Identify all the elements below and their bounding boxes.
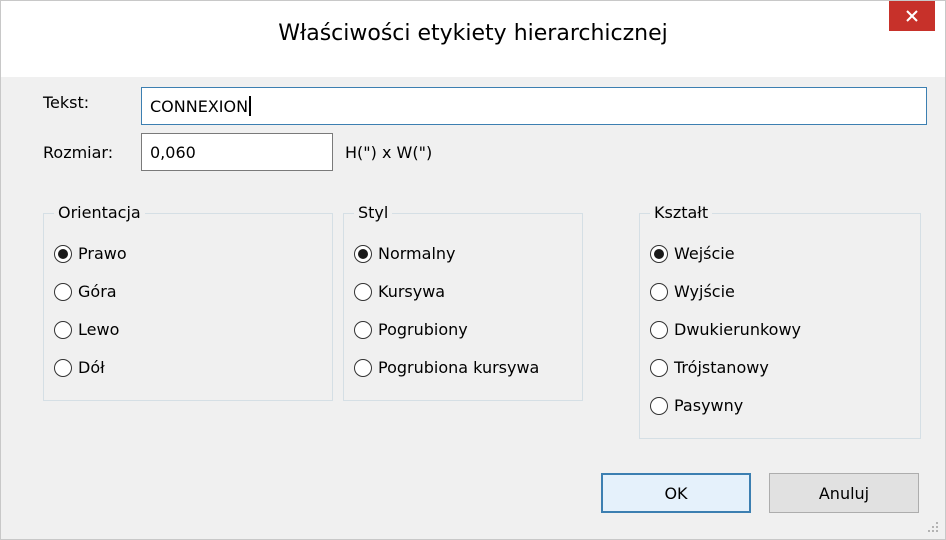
radio-indicator [354,358,372,377]
radio-indicator [354,244,372,263]
shape-radio-input[interactable]: Wejście [650,244,735,263]
style-radio-bold-italic[interactable]: Pogrubiona kursywa [354,358,539,377]
radio-indicator [54,244,72,263]
shape-radio-passive[interactable]: Pasywny [650,396,743,415]
size-unit-label: H(") x W(") [345,143,433,162]
resize-grip-icon[interactable] [927,521,939,533]
radio-selected-dot [654,248,664,259]
shape-radio-tristate[interactable]: Trójstanowy [650,358,769,377]
shape-radio-output[interactable]: Wyjście [650,282,735,301]
radio-label: Trójstanowy [674,358,769,377]
orientation-radio-down[interactable]: Dół [54,358,105,377]
radio-label: Pasywny [674,396,744,415]
dialog-title: Właściwości etykiety hierarchicznej [278,21,668,46]
radio-selected-dot [58,248,68,259]
orientation-radio-up[interactable]: Góra [54,282,117,301]
radio-indicator [650,244,668,263]
dialog-body: Tekst: CONNEXION Rozmiar: 0,060 H(") x W… [1,77,945,539]
radio-label: Dwukierunkowy [674,320,801,339]
orientation-group: Orientacja Prawo Góra Lewo Dół [43,203,333,401]
close-icon [906,10,918,22]
radio-indicator [354,320,372,339]
text-label: Tekst: [43,93,90,112]
size-label: Rozmiar: [43,143,114,162]
radio-label: Pogrubiona kursywa [378,358,540,377]
dialog-window: Właściwości etykiety hierarchicznej Teks… [0,0,946,540]
radio-selected-dot [358,248,368,259]
cancel-button[interactable]: Anuluj [769,473,919,513]
style-group-title: Styl [354,203,393,222]
radio-indicator [650,358,668,377]
style-radio-normal[interactable]: Normalny [354,244,456,263]
close-button[interactable] [889,1,935,31]
radio-label: Lewo [78,320,120,339]
orientation-radio-left[interactable]: Lewo [54,320,119,339]
radio-label: Wyjście [674,282,735,301]
title-bar[interactable]: Właściwości etykiety hierarchicznej [1,1,945,77]
radio-indicator [54,320,72,339]
radio-indicator [54,282,72,301]
orientation-group-title: Orientacja [54,203,145,222]
style-radio-italic[interactable]: Kursywa [354,282,445,301]
radio-label: Góra [78,282,117,301]
style-radio-bold[interactable]: Pogrubiony [354,320,468,339]
shape-group: Kształt Wejście Wyjście Dwukierunkowy Tr… [639,203,921,439]
style-group: Styl Normalny Kursywa Pogrubiony Pogrubi… [343,203,583,401]
text-input-value: CONNEXION [150,96,249,116]
radio-indicator [650,320,668,339]
shape-group-title: Kształt [650,203,713,222]
radio-label: Pogrubiony [378,320,468,339]
radio-indicator [650,282,668,301]
radio-label: Prawo [78,244,127,263]
orientation-radio-right[interactable]: Prawo [54,244,127,263]
radio-indicator [54,358,72,377]
radio-label: Normalny [378,244,456,263]
shape-radio-bidirectional[interactable]: Dwukierunkowy [650,320,801,339]
radio-label: Dół [78,358,105,377]
radio-label: Kursywa [378,282,446,301]
radio-indicator [650,396,668,415]
radio-indicator [354,282,372,301]
radio-label: Wejście [674,244,735,263]
text-caret [249,96,252,116]
size-input[interactable]: 0,060 [141,133,333,171]
text-input[interactable]: CONNEXION [141,87,927,125]
ok-button[interactable]: OK [601,473,751,513]
size-input-value: 0,060 [150,142,196,162]
